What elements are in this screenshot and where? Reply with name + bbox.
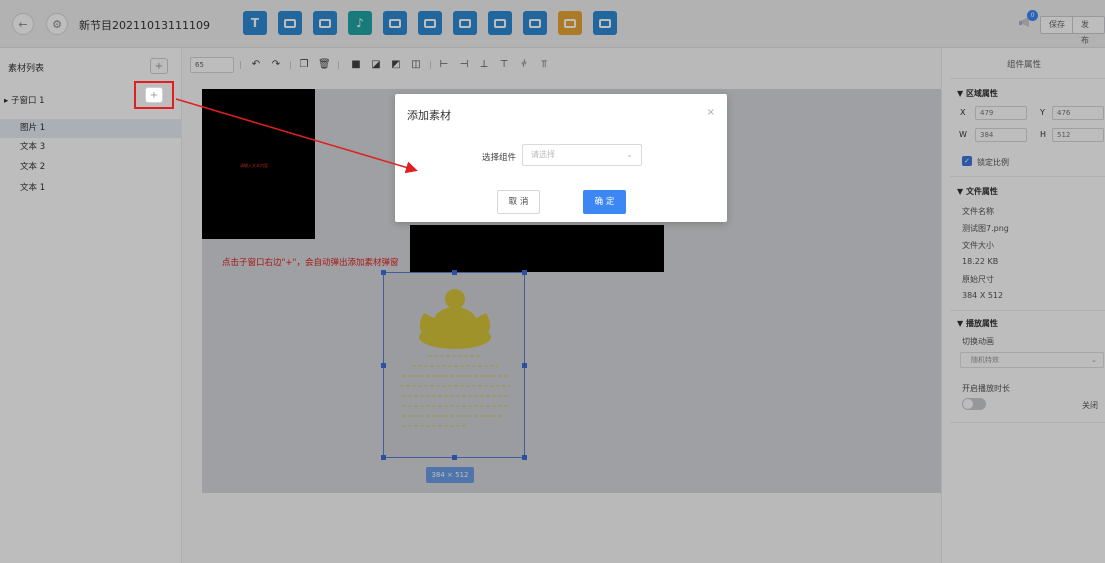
component-select[interactable]: 请选择 ⌄ (522, 144, 642, 166)
confirm-button[interactable]: 确 定 (583, 190, 626, 214)
chevron-down-icon: ⌄ (626, 150, 633, 159)
plus-icon: + (149, 89, 159, 101)
add-asset-button-highlighted[interactable]: + (145, 87, 163, 103)
component-select-label: 选择组件 (482, 153, 517, 163)
dialog-title: 添加素材 (407, 109, 451, 122)
add-asset-dialog: 添加素材 × 选择组件 请选择 ⌄ 取 消 确 定 (395, 94, 727, 222)
close-icon[interactable]: × (707, 107, 715, 118)
component-select-placeholder: 请选择 (531, 150, 555, 159)
cancel-button[interactable]: 取 消 (497, 190, 540, 214)
